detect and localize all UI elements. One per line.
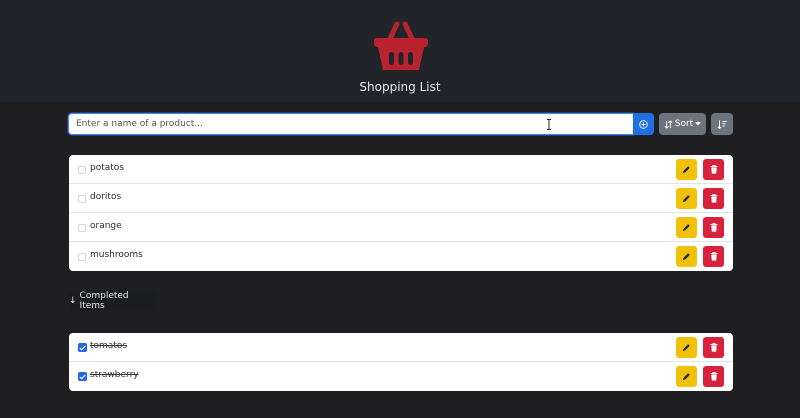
edit-item-button[interactable] <box>676 159 697 180</box>
list-item: mushrooms <box>69 242 733 271</box>
item-label: orange <box>90 221 122 231</box>
pencil-icon <box>682 253 690 261</box>
edit-item-button[interactable] <box>676 188 697 209</box>
pencil-icon <box>682 195 690 203</box>
list-item: strawberry <box>69 362 733 391</box>
checkmark-icon <box>79 345 86 351</box>
edit-item-button[interactable] <box>676 246 697 267</box>
list-item: potatos <box>69 155 733 184</box>
edit-item-button[interactable] <box>676 217 697 238</box>
delete-item-button[interactable] <box>703 366 724 387</box>
item-checkbox[interactable] <box>78 166 86 174</box>
item-label: mushrooms <box>90 250 143 260</box>
sort-label: Sort <box>674 119 694 129</box>
checkmark-icon <box>79 374 86 380</box>
pencil-icon <box>682 224 690 232</box>
item-checkbox[interactable] <box>78 224 86 232</box>
sort-dropdown-button[interactable]: Sort <box>659 113 706 135</box>
list-item: doritos <box>69 184 733 213</box>
list-item: tomatos <box>69 333 733 362</box>
item-checkbox[interactable] <box>78 195 86 203</box>
trash-icon <box>710 343 717 352</box>
item-label: strawberry <box>90 370 139 380</box>
add-product-form: Sort <box>68 113 734 135</box>
item-label: potatos <box>90 163 124 173</box>
delete-item-button[interactable] <box>703 188 724 209</box>
item-label: doritos <box>90 192 122 202</box>
sort-order-button[interactable] <box>711 113 733 135</box>
trash-icon <box>710 165 717 174</box>
item-label: tomatos <box>90 341 128 351</box>
add-product-button[interactable] <box>633 113 654 135</box>
sort-descending-icon <box>717 120 727 129</box>
chevron-down-icon <box>695 122 702 126</box>
pencil-icon <box>682 166 690 174</box>
item-checkbox[interactable] <box>78 343 87 352</box>
trash-icon <box>710 194 717 203</box>
completed-items-toggle[interactable]: ↓ Completed Items <box>69 291 156 311</box>
edit-item-button[interactable] <box>676 337 697 358</box>
trash-icon <box>710 223 717 232</box>
sort-arrows-icon <box>664 119 673 129</box>
pencil-icon <box>682 344 690 352</box>
trash-icon <box>710 252 717 261</box>
item-checkbox[interactable] <box>78 253 86 261</box>
active-items-list: potatos doritos orange mushrooms <box>69 155 733 271</box>
delete-item-button[interactable] <box>703 246 724 267</box>
edit-item-button[interactable] <box>676 366 697 387</box>
shopping-basket-icon <box>374 21 428 70</box>
plus-circle-icon <box>639 119 648 129</box>
delete-item-button[interactable] <box>703 217 724 238</box>
text-cursor-icon <box>547 119 551 130</box>
list-item: orange <box>69 213 733 242</box>
pencil-icon <box>682 373 690 381</box>
completed-items-label: Completed Items <box>79 291 129 311</box>
page-title: Shopping List <box>359 80 441 94</box>
app-header: Shopping List <box>0 0 800 102</box>
trash-icon <box>710 372 717 381</box>
delete-item-button[interactable] <box>703 159 724 180</box>
delete-item-button[interactable] <box>703 337 724 358</box>
completed-items-list: tomatos strawberry <box>69 333 733 391</box>
arrow-down-icon: ↓ <box>69 296 77 306</box>
item-checkbox[interactable] <box>78 372 87 381</box>
